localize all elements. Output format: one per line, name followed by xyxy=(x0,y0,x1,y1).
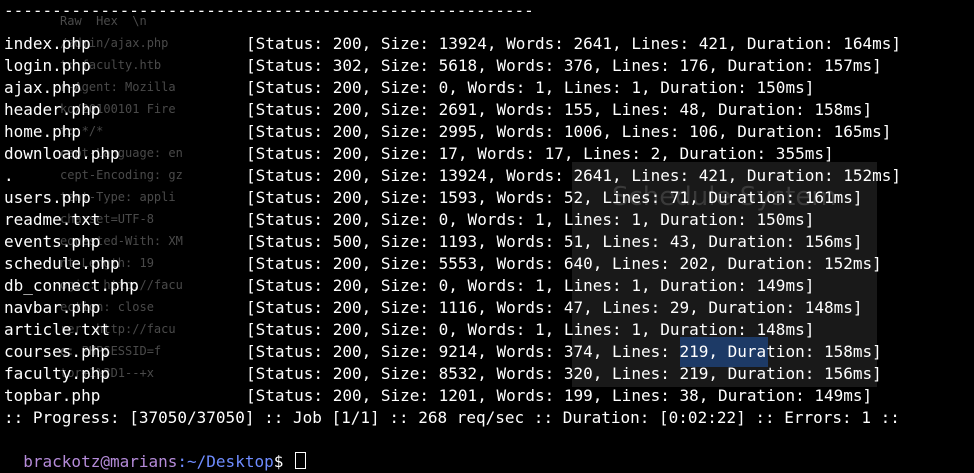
result-filename: download.php xyxy=(4,144,120,163)
result-status: [Status: 200, Size: 5553, Words: 640, Li… xyxy=(246,254,882,273)
background-window-line: cept-Encoding: gz xyxy=(60,168,183,182)
result-filename: topbar.php xyxy=(4,386,101,405)
result-filename: login.php xyxy=(4,56,91,75)
shell-prompt[interactable]: brackotz@marians:~/Desktop$ xyxy=(4,429,306,471)
result-filename: db_connect.php xyxy=(4,276,139,295)
result-status: [Status: 500, Size: 1193, Words: 51, Lin… xyxy=(246,232,863,251)
result-status: [Status: 200, Size: 9214, Words: 374, Li… xyxy=(246,342,882,361)
result-filename: schedule.php xyxy=(4,254,120,273)
result-filename: navbar.php xyxy=(4,298,101,317)
result-status: [Status: 200, Size: 1593, Words: 52, Lin… xyxy=(246,188,863,207)
result-status: [Status: 200, Size: 0, Words: 1, Lines: … xyxy=(246,320,815,339)
result-filename: header.php xyxy=(4,100,101,119)
result-status: [Status: 200, Size: 2995, Words: 1006, L… xyxy=(246,122,892,141)
result-filename: faculty.php xyxy=(4,364,110,383)
progress-line: :: Progress: [37050/37050] :: Job [1/1] … xyxy=(4,408,900,427)
result-status: [Status: 200, Size: 2691, Words: 155, Li… xyxy=(246,100,873,119)
result-filename: home.php xyxy=(4,122,82,141)
result-filename: ajax.php xyxy=(4,78,82,97)
prompt-symbol: $ xyxy=(273,452,293,471)
result-filename: courses.php xyxy=(4,342,110,361)
result-filename: . xyxy=(4,166,14,185)
prompt-user-host: brackotz@marians xyxy=(23,452,178,471)
result-filename: index.php xyxy=(4,34,91,53)
output-divider: ----------------------------------------… xyxy=(4,1,534,20)
result-status: [Status: 200, Size: 13924, Words: 2641, … xyxy=(246,34,902,53)
result-status: [Status: 200, Size: 0, Words: 1, Lines: … xyxy=(246,276,815,295)
prompt-path: :~/Desktop xyxy=(177,452,274,471)
result-status: [Status: 200, Size: 17, Words: 17, Lines… xyxy=(246,144,834,163)
result-status: [Status: 200, Size: 8532, Words: 320, Li… xyxy=(246,364,882,383)
result-status: [Status: 200, Size: 0, Words: 1, Lines: … xyxy=(246,210,815,229)
result-status: [Status: 200, Size: 1201, Words: 199, Li… xyxy=(246,386,873,405)
result-filename: article.txt xyxy=(4,320,110,339)
result-status: [Status: 200, Size: 13924, Words: 2641, … xyxy=(246,166,902,185)
result-status: [Status: 200, Size: 1116, Words: 47, Lin… xyxy=(246,298,863,317)
result-filename: events.php xyxy=(4,232,101,251)
result-status: [Status: 200, Size: 0, Words: 1, Lines: … xyxy=(246,78,815,97)
result-filename: readme.txt xyxy=(4,210,101,229)
result-status: [Status: 302, Size: 5618, Words: 376, Li… xyxy=(246,56,882,75)
result-filename: users.php xyxy=(4,188,91,207)
text-cursor xyxy=(294,452,306,469)
